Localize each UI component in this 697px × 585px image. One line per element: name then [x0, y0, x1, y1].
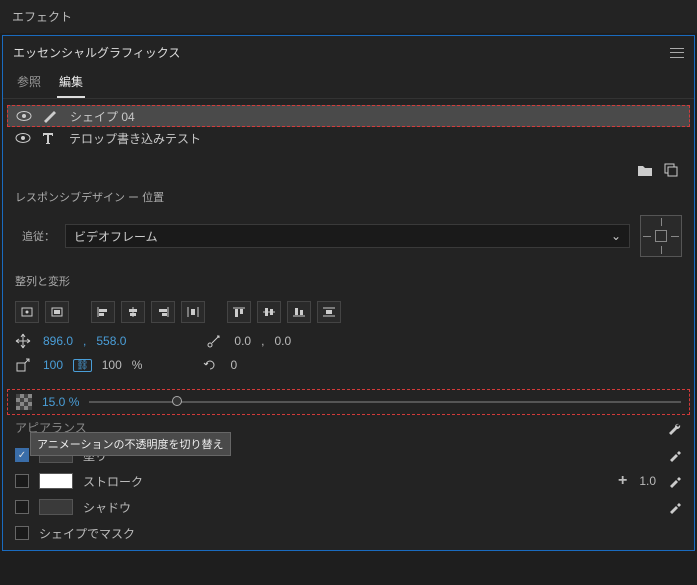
new-item-icon[interactable]	[662, 161, 680, 179]
align-group-1[interactable]	[15, 301, 39, 323]
stroke-swatch[interactable]	[39, 473, 73, 489]
shadow-label: シャドウ	[83, 499, 658, 516]
scale-row: 100 ⛓ 100 % 0	[15, 353, 682, 377]
mask-checkbox[interactable]	[15, 526, 29, 540]
layers-list: シェイプ 04 テロップ書き込みテスト	[7, 105, 690, 149]
align-distribute-h[interactable]	[181, 301, 205, 323]
mask-label: シェイプでマスク	[39, 525, 682, 542]
shadow-swatch[interactable]	[39, 499, 73, 515]
pin-widget[interactable]	[640, 215, 682, 257]
anchor-icon	[206, 333, 224, 349]
eyedropper-icon[interactable]	[668, 474, 682, 488]
stroke-label: ストローク	[83, 473, 608, 490]
align-transform-section: 整列と変形 896.0 , 558.0 0.	[3, 267, 694, 383]
text-icon	[41, 131, 59, 145]
opacity-icon	[16, 394, 32, 410]
track-dropdown[interactable]: ビデオフレーム ⌄	[65, 224, 630, 248]
chevron-down-icon: ⌄	[611, 229, 621, 243]
layer-name: テロップ書き込みテスト	[69, 130, 682, 147]
section-label: レスポンシブデザイン ー 位置	[15, 189, 682, 211]
stroke-width[interactable]: 1.0	[639, 474, 656, 488]
scale-icon	[15, 357, 33, 373]
essential-graphics-panel: エッセンシャルグラフィックス 参照 編集 シェイプ 04 テロップ書き込みテスト	[2, 35, 695, 551]
layer-row[interactable]: テロップ書き込みテスト	[7, 127, 690, 149]
align-right[interactable]	[151, 301, 175, 323]
align-buttons	[15, 295, 682, 329]
tab-browse[interactable]: 参照	[15, 69, 43, 98]
tooltip: アニメーションの不透明度を切り替え	[30, 432, 231, 456]
track-label: 追従：	[15, 228, 55, 244]
opacity-row: 15.0 %	[7, 389, 690, 415]
opacity-value[interactable]: 15.0 %	[42, 395, 79, 409]
separator: ,	[83, 334, 86, 348]
layer-row[interactable]: シェイプ 04	[7, 105, 690, 127]
position-x[interactable]: 896.0	[43, 334, 73, 348]
scale-unit: %	[132, 358, 143, 372]
pen-icon	[42, 109, 60, 123]
stroke-row: ストローク + 1.0	[15, 468, 682, 494]
section-label: 整列と変形	[15, 273, 682, 295]
eyedropper-icon[interactable]	[668, 448, 682, 462]
align-bottom[interactable]	[287, 301, 311, 323]
align-group-2[interactable]	[45, 301, 69, 323]
shadow-row: シャドウ	[15, 494, 682, 520]
shadow-checkbox[interactable]	[15, 500, 29, 514]
separator: ,	[261, 334, 264, 348]
rotation-icon	[202, 357, 220, 373]
position-row: 896.0 , 558.0 0.0 , 0.0	[15, 329, 682, 353]
slider-thumb[interactable]	[172, 396, 182, 406]
anchor-x[interactable]: 0.0	[234, 334, 251, 348]
effects-tab[interactable]: エフェクト	[0, 0, 697, 33]
eyedropper-icon[interactable]	[668, 500, 682, 514]
dropdown-value: ビデオフレーム	[74, 228, 158, 245]
new-folder-icon[interactable]	[636, 161, 654, 179]
panel-tabs: 参照 編集	[3, 65, 694, 99]
tab-edit[interactable]: 編集	[57, 69, 85, 98]
align-top[interactable]	[227, 301, 251, 323]
position-y[interactable]: 558.0	[96, 334, 126, 348]
settings-icon[interactable]	[666, 420, 682, 436]
mask-row: シェイプでマスク	[15, 520, 682, 546]
anchor-y[interactable]: 0.0	[274, 334, 291, 348]
layer-name: シェイプ 04	[70, 108, 681, 125]
visibility-toggle-icon[interactable]	[15, 132, 31, 144]
fill-checkbox[interactable]: ✓	[15, 448, 29, 462]
rotation-value[interactable]: 0	[230, 358, 237, 372]
position-icon	[15, 333, 33, 349]
panel-title: エッセンシャルグラフィックス	[13, 44, 180, 61]
responsive-design-section: レスポンシブデザイン ー 位置 追従： ビデオフレーム ⌄	[3, 183, 694, 267]
panel-menu-icon[interactable]	[670, 48, 684, 58]
opacity-slider[interactable]	[89, 401, 681, 403]
align-vcenter[interactable]	[257, 301, 281, 323]
add-stroke-icon[interactable]: +	[618, 472, 627, 490]
stroke-checkbox[interactable]	[15, 474, 29, 488]
align-hcenter[interactable]	[121, 301, 145, 323]
align-left[interactable]	[91, 301, 115, 323]
visibility-toggle-icon[interactable]	[16, 110, 32, 122]
align-distribute-v[interactable]	[317, 301, 341, 323]
scale-h[interactable]: 100	[102, 358, 122, 372]
link-scale-icon[interactable]: ⛓	[73, 359, 92, 372]
scale-w[interactable]: 100	[43, 358, 63, 372]
